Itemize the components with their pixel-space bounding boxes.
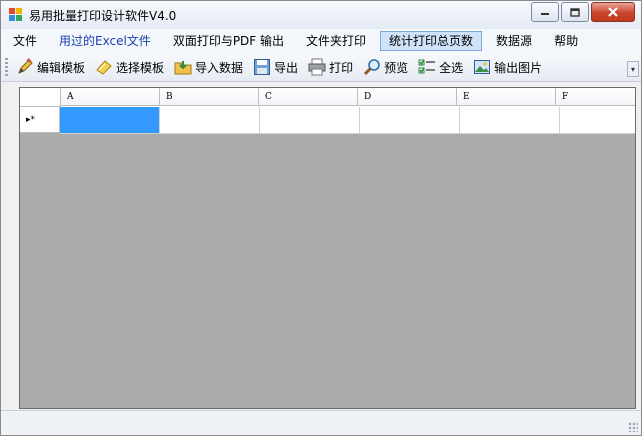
menu-item-4[interactable]: 统计打印总页数 — [380, 31, 483, 51]
data-grid[interactable]: ABCDEF ▸* — [19, 87, 636, 409]
toolbar-button-1[interactable]: 选择模板 — [91, 56, 168, 78]
column-header-c[interactable]: C — [259, 88, 358, 106]
app-logo-icon — [9, 8, 23, 22]
toolbar-button-label: 打印 — [329, 60, 354, 75]
status-bar — [1, 410, 641, 435]
printer-icon — [308, 58, 326, 76]
save-disk-icon — [253, 58, 271, 76]
toolbar-button-label: 全选 — [439, 60, 464, 75]
toolbar: 编辑模板 选择模板 导入数据 导出 打印 预览 全选 输出图片 ▾ — [1, 53, 641, 82]
grid-cell[interactable] — [260, 107, 360, 134]
toolbar-button-label: 输出图片 — [494, 60, 543, 75]
close-button[interactable] — [591, 2, 635, 22]
row-header-new[interactable]: ▸* — [20, 107, 60, 133]
menu-item-3[interactable]: 文件夹打印 — [298, 31, 374, 51]
toolbar-button-label: 导出 — [274, 60, 299, 75]
grid-corner[interactable] — [20, 88, 61, 107]
minimize-icon — [541, 13, 549, 15]
import-folder-icon — [174, 58, 192, 76]
grid-cell[interactable] — [560, 107, 635, 134]
column-header-d[interactable]: D — [358, 88, 457, 106]
toolbar-button-0[interactable]: 编辑模板 — [12, 56, 89, 78]
toolbar-button-4[interactable]: 打印 — [304, 56, 357, 78]
magnifier-icon — [363, 58, 381, 76]
menu-item-1[interactable]: 用过的Excel文件 — [51, 31, 159, 51]
chevron-down-icon: ▾ — [630, 64, 635, 74]
grid-column-header: ABCDEF — [20, 88, 635, 107]
column-header-e[interactable]: E — [457, 88, 556, 106]
toolbar-button-label: 预览 — [384, 60, 409, 75]
column-header-a[interactable]: A — [61, 88, 160, 106]
grid-cell[interactable] — [160, 107, 260, 134]
title-bar: 易用批量打印设计软件V4.0 — [1, 1, 641, 29]
toolbar-button-label: 选择模板 — [116, 60, 165, 75]
minimize-button[interactable] — [531, 2, 559, 22]
close-icon — [608, 7, 618, 17]
menu-item-5[interactable]: 数据源 — [488, 31, 540, 51]
toolbar-button-3[interactable]: 导出 — [249, 56, 302, 78]
toolbar-grip[interactable] — [5, 58, 8, 76]
select-all-icon — [418, 58, 436, 76]
menu-item-6[interactable]: 帮助 — [546, 31, 586, 51]
grid-cell[interactable] — [460, 107, 560, 134]
table-row[interactable]: ▸* — [20, 107, 635, 134]
maximize-icon — [570, 7, 580, 17]
toolbar-overflow-button[interactable]: ▾ — [627, 61, 639, 77]
toolbar-button-5[interactable]: 预览 — [359, 56, 412, 78]
select-template-icon — [95, 58, 113, 76]
menu-item-0[interactable]: 文件 — [5, 31, 45, 51]
grid-cell[interactable] — [360, 107, 460, 134]
resize-grip-icon[interactable] — [628, 422, 638, 432]
window-title: 易用批量打印设计软件V4.0 — [29, 8, 177, 23]
toolbar-button-label: 导入数据 — [195, 60, 244, 75]
picture-icon — [473, 58, 491, 76]
toolbar-button-label: 编辑模板 — [37, 60, 86, 75]
menu-bar: 文件 用过的Excel文件 双面打印与PDF 输出 文件夹打印 统计打印总页数 数据源 帮助 — [1, 29, 641, 53]
column-header-b[interactable]: B — [160, 88, 259, 106]
grid-cell[interactable] — [60, 107, 160, 134]
window-controls — [531, 2, 635, 22]
app-window: 易用批量打印设计软件V4.0 文件 用过的Excel文件 双面打印与PDF 输出 文件… — [0, 0, 642, 436]
menu-item-2[interactable]: 双面打印与PDF 输出 — [165, 31, 292, 51]
edit-template-icon — [16, 58, 34, 76]
column-header-f[interactable]: F — [556, 88, 635, 106]
maximize-button[interactable] — [561, 2, 589, 22]
toolbar-button-6[interactable]: 全选 — [414, 56, 467, 78]
toolbar-button-2[interactable]: 导入数据 — [170, 56, 247, 78]
toolbar-button-7[interactable]: 输出图片 — [469, 56, 546, 78]
